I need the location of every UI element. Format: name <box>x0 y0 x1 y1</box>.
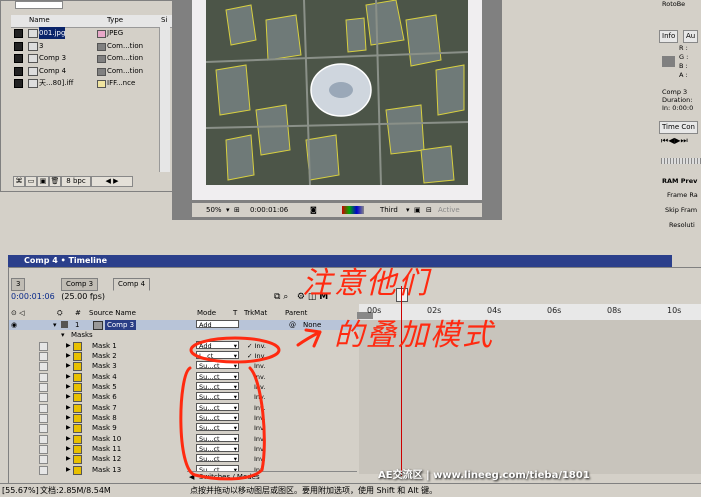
annotation-circle-top <box>189 336 281 364</box>
annotation-circle-bottom <box>179 366 266 481</box>
watermark: AE交流区 | www.lineeg.com/tieba/1801 <box>378 470 590 481</box>
status-doc-size: 文档:2.85M/8.54M <box>40 486 111 495</box>
status-zoom: [55.67%] <box>2 486 39 495</box>
annotation-text-1: 注意他们 <box>302 266 430 301</box>
annotation-arrow <box>296 328 322 348</box>
status-bar: [55.67%] 文档:2.85M/8.54M 点按并拖动以移动图层或图区。要用… <box>0 483 701 497</box>
annotation-text-2: 的叠加模式 <box>334 318 494 353</box>
status-hint: 点按并拖动以移动图层或图区。要用附加选项，使用 Shift 和 Alt 键。 <box>190 486 438 495</box>
annotation-overlay <box>179 328 322 481</box>
